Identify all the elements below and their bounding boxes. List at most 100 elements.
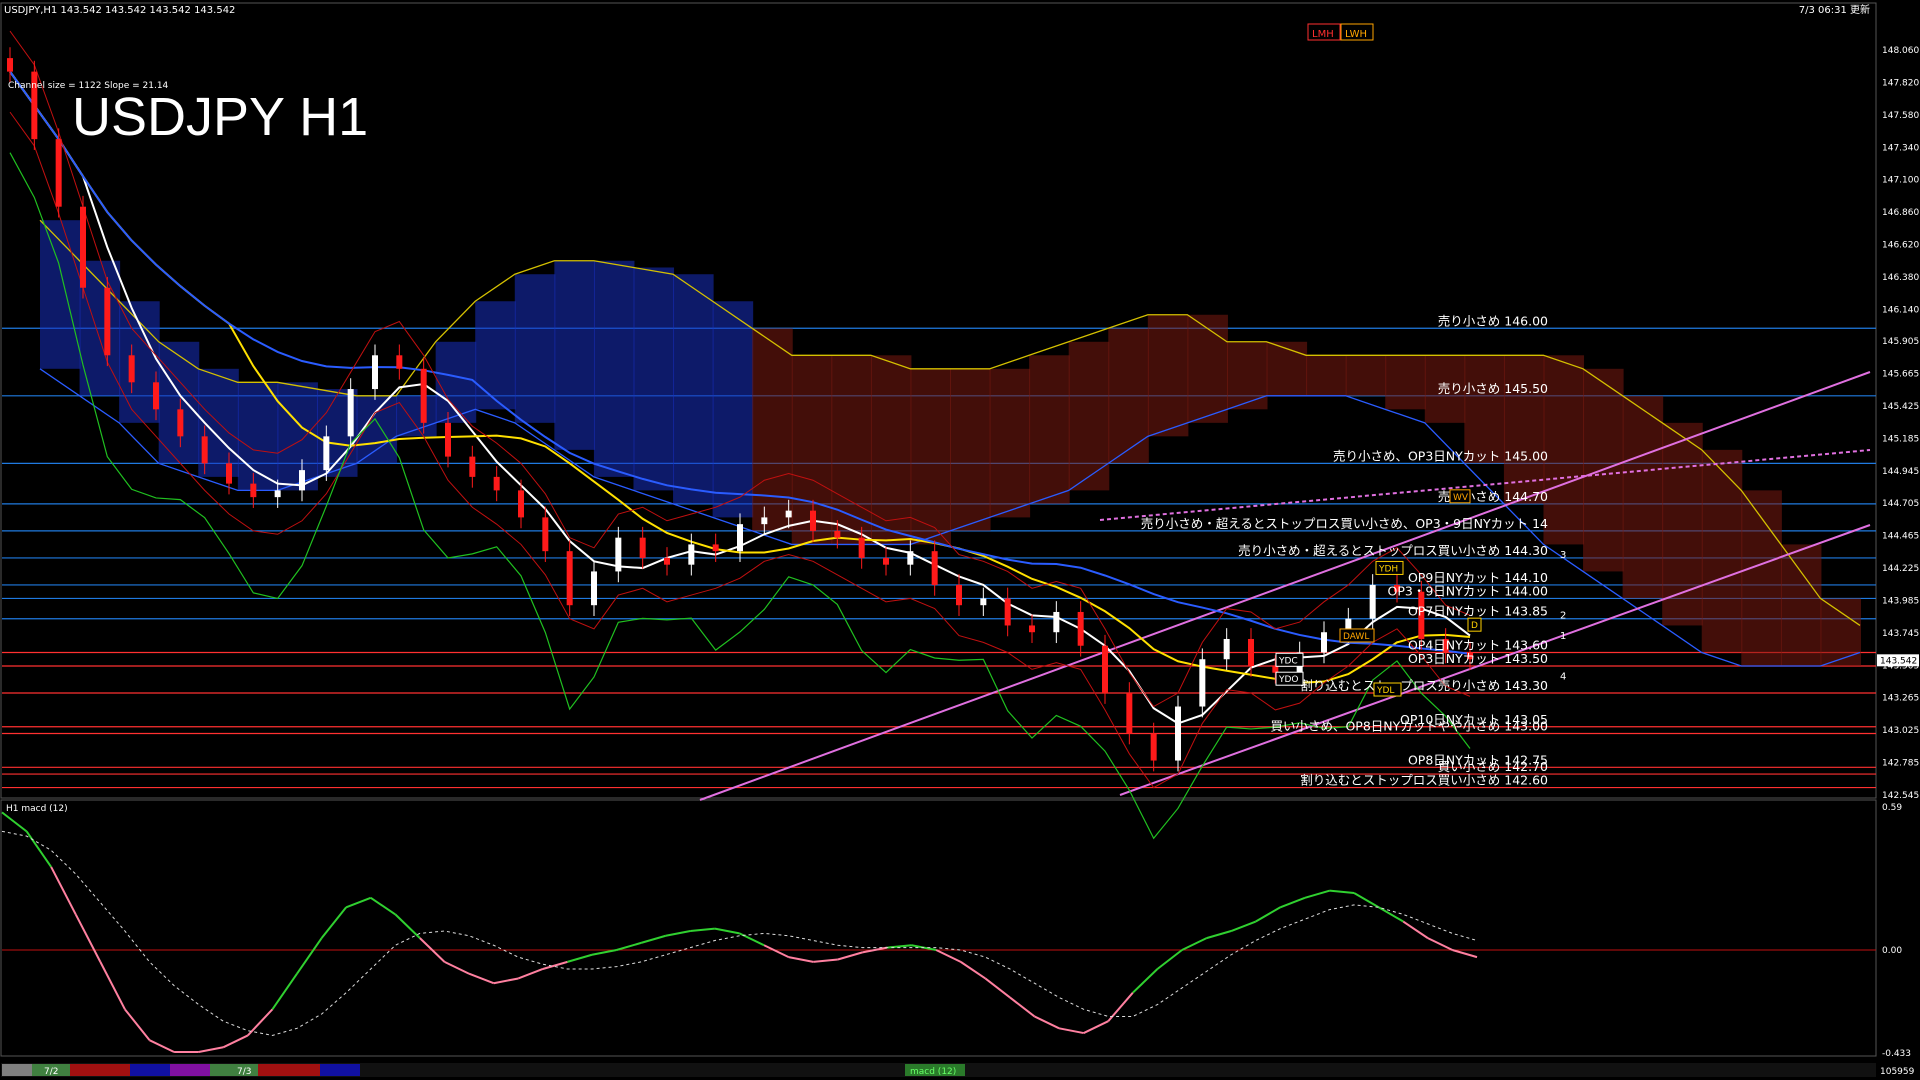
candle-body	[566, 551, 573, 606]
tag-n1: 1	[1560, 631, 1566, 642]
candle-body	[980, 598, 987, 606]
candle-body	[201, 436, 208, 464]
price-tick-label: 146.620	[1882, 241, 1919, 251]
cloud-segment	[1029, 355, 1070, 504]
candle-body	[347, 389, 354, 437]
price-tick-label: 145.665	[1882, 370, 1919, 380]
price-tick-label: 143.265	[1882, 694, 1919, 704]
candle-body	[542, 517, 549, 552]
candle-body	[1053, 611, 1060, 633]
cloud-segment	[910, 368, 951, 545]
candle-body	[1077, 611, 1084, 646]
candle-body	[858, 537, 865, 558]
tag-ydc: YDC	[1278, 656, 1298, 666]
price-tick-label: 145.905	[1882, 337, 1919, 347]
candle-body	[55, 139, 62, 207]
macd-axis-top: 0.59	[1882, 803, 1902, 813]
candle-body	[250, 483, 257, 498]
candle-body	[420, 368, 427, 423]
level-label: 売り小さめ 145.50	[1438, 381, 1548, 396]
price-tick-label: 146.380	[1882, 273, 1919, 283]
candle-body	[639, 537, 646, 558]
level-label: 売り小さめ・超えるとストップロス買い小さめ 144.30	[1238, 543, 1548, 558]
macd-axis-zero: 0.00	[1882, 946, 1902, 956]
tag-d: D	[1471, 621, 1478, 631]
candle-body	[153, 382, 159, 410]
level-label: 買い小さめ、OP8日NYカットやや小さめ 143.00	[1270, 719, 1548, 734]
candle-body	[372, 355, 378, 390]
cloud-segment	[1503, 355, 1545, 504]
lmh-label: LMH	[1312, 29, 1334, 40]
cloud-segment	[1780, 544, 1822, 666]
cloud-segment	[514, 274, 556, 423]
candle-body	[493, 476, 500, 491]
candle-body	[907, 551, 914, 565]
price-tick-label: 144.465	[1882, 532, 1919, 542]
macd-tab[interactable]: macd (12)	[910, 1067, 956, 1077]
cloud-segment	[396, 395, 437, 437]
candle-body	[1004, 598, 1011, 626]
candle-body	[299, 470, 305, 491]
date-7-2: 7/2	[44, 1067, 58, 1077]
level-label: OP3・9日NYカット 144.00	[1388, 583, 1549, 598]
candle-body	[1126, 693, 1133, 734]
price-tick-label: 145.185	[1882, 434, 1919, 444]
cloud-segment	[1226, 341, 1268, 410]
candle-body	[761, 517, 768, 525]
cloud-segment	[1701, 449, 1743, 653]
tag-wv: WV	[1453, 493, 1469, 503]
candle-body	[1248, 638, 1254, 666]
candle-body	[7, 58, 13, 72]
price-tick-label: 147.100	[1882, 176, 1919, 186]
current-price-label: 143.542	[1880, 656, 1917, 666]
cloud-segment	[1108, 328, 1149, 464]
cloud-segment	[237, 382, 279, 491]
cloud-segment	[1820, 598, 1861, 666]
price-tick-label: 142.545	[1882, 791, 1919, 801]
candle-body	[1150, 733, 1157, 761]
tag-n2: 2	[1560, 611, 1566, 622]
candle-body	[104, 287, 111, 356]
candle-body	[1369, 584, 1376, 619]
tag-n3: 3	[1560, 550, 1566, 561]
candle-body	[80, 206, 86, 288]
candle-body	[1321, 632, 1327, 653]
price-tick-label: 147.820	[1882, 78, 1919, 88]
cloud-segment	[1147, 314, 1189, 437]
level-label: 売り小さめ、OP3日NYカット 145.00	[1333, 448, 1548, 463]
price-tick-label: 147.580	[1882, 111, 1919, 121]
candle-body	[177, 409, 184, 437]
candle-body	[664, 557, 670, 565]
price-chart[interactable]: 売り小さめ 146.00 売り小さめ 145.50 売り小さめ、OP3日NYカット …	[0, 0, 1920, 1080]
price-tick-label: 142.785	[1882, 759, 1919, 769]
candle-body	[323, 436, 330, 471]
cloud-segment	[1741, 490, 1782, 666]
candle-body	[931, 551, 938, 585]
cloud-segment	[1345, 355, 1387, 396]
cloud-segment	[158, 341, 200, 464]
cloud-segment	[1543, 355, 1585, 545]
cloud-segment	[1662, 422, 1703, 626]
level-label: OP7日NYカット 143.85	[1408, 604, 1548, 619]
price-tick-label: 146.860	[1882, 208, 1919, 218]
candle-body	[834, 530, 841, 538]
cloud-segment	[712, 301, 754, 518]
candle-body	[883, 557, 889, 565]
candle-body	[1175, 706, 1181, 761]
cloud-segment	[1464, 355, 1505, 464]
candle-body	[1102, 645, 1108, 694]
cloud-segment	[989, 368, 1031, 518]
tag-n4: 4	[1560, 672, 1566, 683]
candle-body	[396, 355, 403, 369]
tag-dawl: DAWL	[1343, 632, 1369, 642]
cloud-segment	[554, 260, 595, 450]
cloud-segment	[1068, 341, 1110, 491]
candle-body	[956, 584, 962, 606]
macd-axis-bottom: -0.433	[1882, 1049, 1911, 1059]
date-7-3: 7/3	[237, 1067, 251, 1077]
candle-body	[226, 463, 232, 484]
cloud-segment	[673, 274, 714, 504]
candle-body	[1223, 638, 1230, 660]
candle-body	[688, 544, 695, 565]
candle-body	[810, 510, 816, 531]
